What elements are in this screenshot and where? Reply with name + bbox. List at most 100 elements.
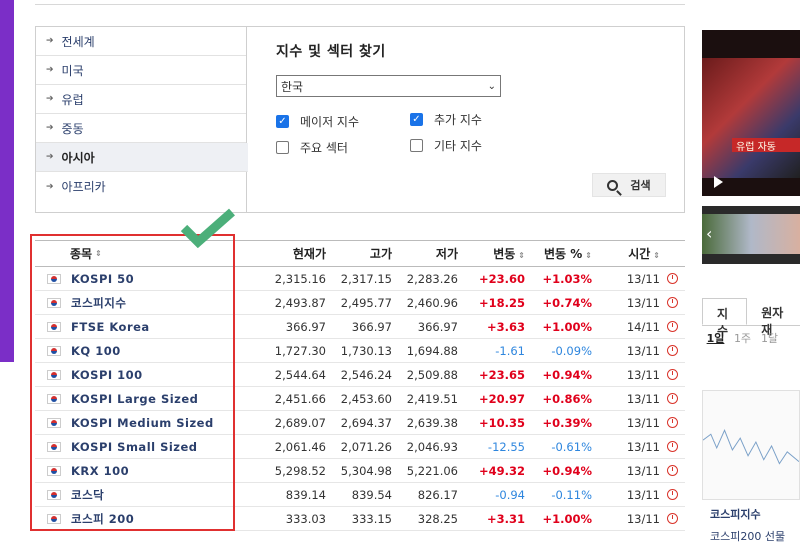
index-link[interactable]: KQ 100 [71,344,121,358]
region-item-europe[interactable]: ➔ 유럽 [36,85,246,114]
cell-change-pct: +0.94% [542,463,592,478]
cell-change: +3.63 [486,319,525,334]
period-1m[interactable]: 1달 [756,332,783,346]
region-item-world[interactable]: ➔ 전세계 [36,27,246,56]
header-label: 종목 [70,247,93,261]
side-index-name-2[interactable]: 코스피200 선물 [710,528,785,542]
cell-name: 코스피지수 [35,295,246,311]
cell-change-pct: -0.11% [551,487,592,502]
header-change-pct[interactable]: 변동 % ⇕ [525,245,592,262]
korea-flag-icon [47,465,61,476]
cell-clock [660,369,685,380]
index-link[interactable]: KOSPI 50 [71,272,134,286]
index-link[interactable]: KRX 100 [71,464,129,478]
clock-icon [667,465,678,476]
header-change[interactable]: 변동 ⇕ [458,245,525,262]
cell-change: +23.65 [478,367,525,382]
search-button-label: 검색 [630,179,651,192]
korea-flag-icon [47,513,61,524]
korea-flag-icon [47,417,61,428]
cell-clock [660,489,685,500]
checkbox-label: 추가 지수 [434,113,482,127]
tab-indices[interactable]: 지수 [702,298,748,338]
region-panel: ➔ 전세계 ➔ 미국 ➔ 유럽 ➔ 중동 ➔ 아시아 ➔ 아프리카 지수 및 섹터 찾기 한… [35,26,685,213]
cell-change: +18.25 [478,295,525,310]
checkbox-major-indices[interactable]: ✓ 메이저 지수 [276,113,359,130]
cell-clock [660,393,685,404]
search-button[interactable]: 검색 [592,173,666,197]
korea-flag-icon [47,441,61,452]
play-icon[interactable] [714,176,723,188]
index-link[interactable]: 코스피 200 [71,511,134,527]
region-item-asia[interactable]: ➔ 아시아 [36,143,248,172]
table-row: 코스피 200 333.03 333.15 328.25 +3.31 +1.00% 13/1… [35,507,685,531]
cell-price: 2,061.46 [274,439,326,454]
cell-time: 13/11 [626,463,660,478]
clock-icon [667,513,678,524]
cell-time: 13/11 [626,391,660,406]
tab-commodities[interactable]: 원자재 [747,298,800,337]
region-item-africa[interactable]: ➔ 아프리카 [36,172,246,201]
cell-name: KOSPI Small Sized [35,440,246,454]
index-link[interactable]: KOSPI Medium Sized [71,416,214,430]
index-link[interactable]: 코스피지수 [71,295,126,311]
clock-icon [667,489,678,500]
checkbox-unchecked-icon[interactable] [410,139,423,152]
cell-time: 13/11 [626,487,660,502]
clock-icon [667,345,678,356]
checkbox-other-indices[interactable]: 기타 지수 [410,137,482,154]
checkbox-major-sectors[interactable]: 주요 섹터 [276,139,348,156]
clock-icon [667,273,678,284]
cell-price: 2,544.64 [274,367,326,382]
table-body: KOSPI 50 2,315.16 2,317.15 2,283.26 +23.60 +1… [35,267,685,531]
cell-high: 839.54 [351,487,392,502]
cell-change: +23.60 [478,271,525,286]
table-row: KOSPI 50 2,315.16 2,317.15 2,283.26 +23.60 +1… [35,267,685,291]
cell-time: 13/11 [626,295,660,310]
clock-icon [667,369,678,380]
side-index-name[interactable]: 코스피지수 [710,506,761,522]
cell-price: 2,451.66 [274,391,326,406]
table-row: KOSPI 100 2,544.64 2,546.24 2,509.88 +23.65 +… [35,363,685,387]
index-link[interactable]: 코스닥 [71,487,104,503]
index-finder: 지수 및 섹터 찾기 한국 ⌄ ✓ 메이저 지수 ✓ 추가 지수 주요 섹터 기… [276,41,676,197]
cell-price: 2,493.87 [274,295,326,310]
index-link[interactable]: KOSPI Large Sized [71,392,198,406]
video-thumbnail[interactable]: 유럽 자동 [702,30,800,196]
checkbox-checked-icon[interactable]: ✓ [276,115,289,128]
region-item-middle-east[interactable]: ➔ 중동 [36,114,246,143]
checkbox-unchecked-icon[interactable] [276,141,289,154]
checkbox-additional-indices[interactable]: ✓ 추가 지수 [410,111,482,128]
clock-icon [667,321,678,332]
cell-time: 13/11 [626,343,660,358]
index-link[interactable]: KOSPI 100 [71,368,143,382]
cell-price: 333.03 [285,511,326,526]
table-row: KRX 100 5,298.52 5,304.98 5,221.06 +49.32 +0.… [35,459,685,483]
cell-name: KOSPI Medium Sized [35,416,246,430]
cell-high: 2,495.77 [340,295,392,310]
header-label: 변동 [493,247,516,261]
region-item-usa[interactable]: ➔ 미국 [36,56,246,85]
region-label: 중동 [61,121,84,136]
cell-change: -12.55 [487,439,525,454]
checkbox-checked-icon[interactable]: ✓ [410,113,423,126]
cell-change-pct: +1.03% [542,271,592,286]
cell-change-pct: -0.61% [551,439,592,454]
chevron-left-icon[interactable]: ‹ [706,224,712,243]
cell-change: +3.31 [486,511,525,526]
korea-flag-icon [47,297,61,308]
index-link[interactable]: KOSPI Small Sized [71,440,198,454]
video-thumbnail-2[interactable]: ‹ [702,206,800,264]
cell-name: 코스닥 [35,487,246,503]
cell-change-pct: +0.74% [542,295,592,310]
header-time[interactable]: 시간 ⇕ [592,245,660,262]
period-1w[interactable]: 1주 [729,332,756,346]
country-select[interactable]: 한국 ⌄ [276,75,501,97]
header-label: 변동 % [544,247,583,261]
index-link[interactable]: FTSE Korea [71,320,150,334]
cell-clock [660,273,685,284]
period-1d[interactable]: 1일 [702,332,729,346]
cell-change-pct: +0.94% [542,367,592,382]
index-table: 종목 ⇕ 현재가 고가 저가 변동 ⇕ 변동 % ⇕ 시간 ⇕ KOSPI 50 2,31… [35,240,685,531]
cell-low: 2,509.88 [406,367,458,382]
